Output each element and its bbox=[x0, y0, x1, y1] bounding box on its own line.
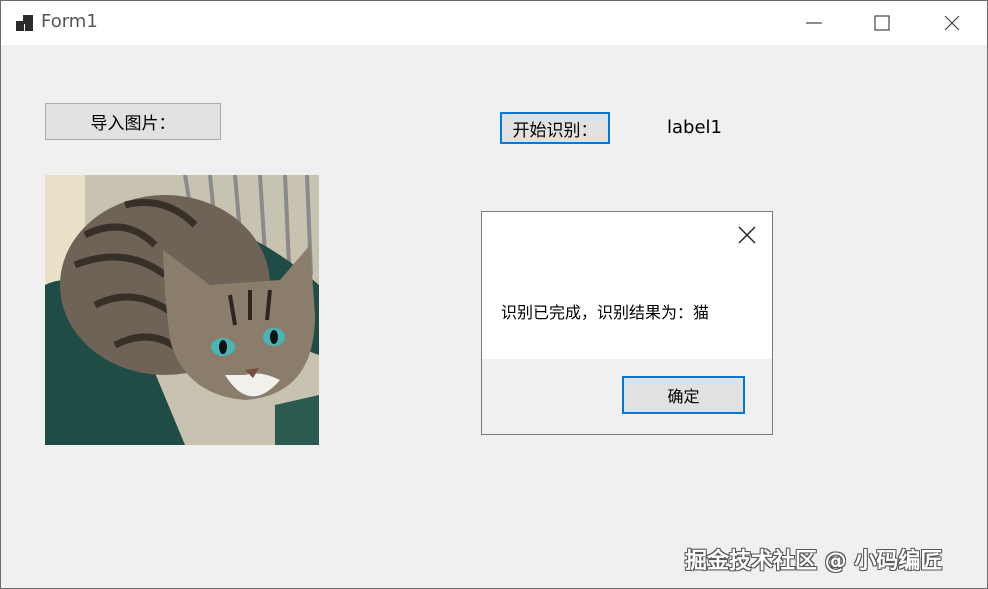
message-box-body bbox=[482, 212, 772, 359]
minimize-button[interactable] bbox=[781, 1, 847, 45]
title-bar[interactable]: Form1 bbox=[1, 1, 987, 45]
result-label: label1 bbox=[667, 117, 722, 138]
cat-image bbox=[45, 175, 319, 445]
maximize-icon bbox=[874, 15, 890, 31]
import-image-button[interactable]: 导入图片： bbox=[45, 103, 221, 140]
start-recognition-button[interactable]: 开始识别： bbox=[500, 112, 610, 144]
close-icon bbox=[944, 15, 960, 31]
main-window: Form1 导入图片： 开始识别： label1 识别已完成，识别结果为：猫 确… bbox=[0, 0, 988, 589]
minimize-icon bbox=[806, 22, 822, 24]
message-box: 识别已完成，识别结果为：猫 确定 bbox=[481, 211, 773, 435]
window-title: Form1 bbox=[41, 11, 98, 32]
watermark: 掘金技术社区 @ 小码编匠 bbox=[685, 549, 943, 574]
message-text: 识别已完成，识别结果为：猫 bbox=[501, 303, 710, 322]
close-window-button[interactable] bbox=[919, 1, 985, 45]
ok-button[interactable]: 确定 bbox=[622, 376, 745, 414]
app-icon bbox=[16, 15, 33, 31]
maximize-button[interactable] bbox=[849, 1, 915, 45]
close-icon[interactable] bbox=[736, 224, 758, 246]
